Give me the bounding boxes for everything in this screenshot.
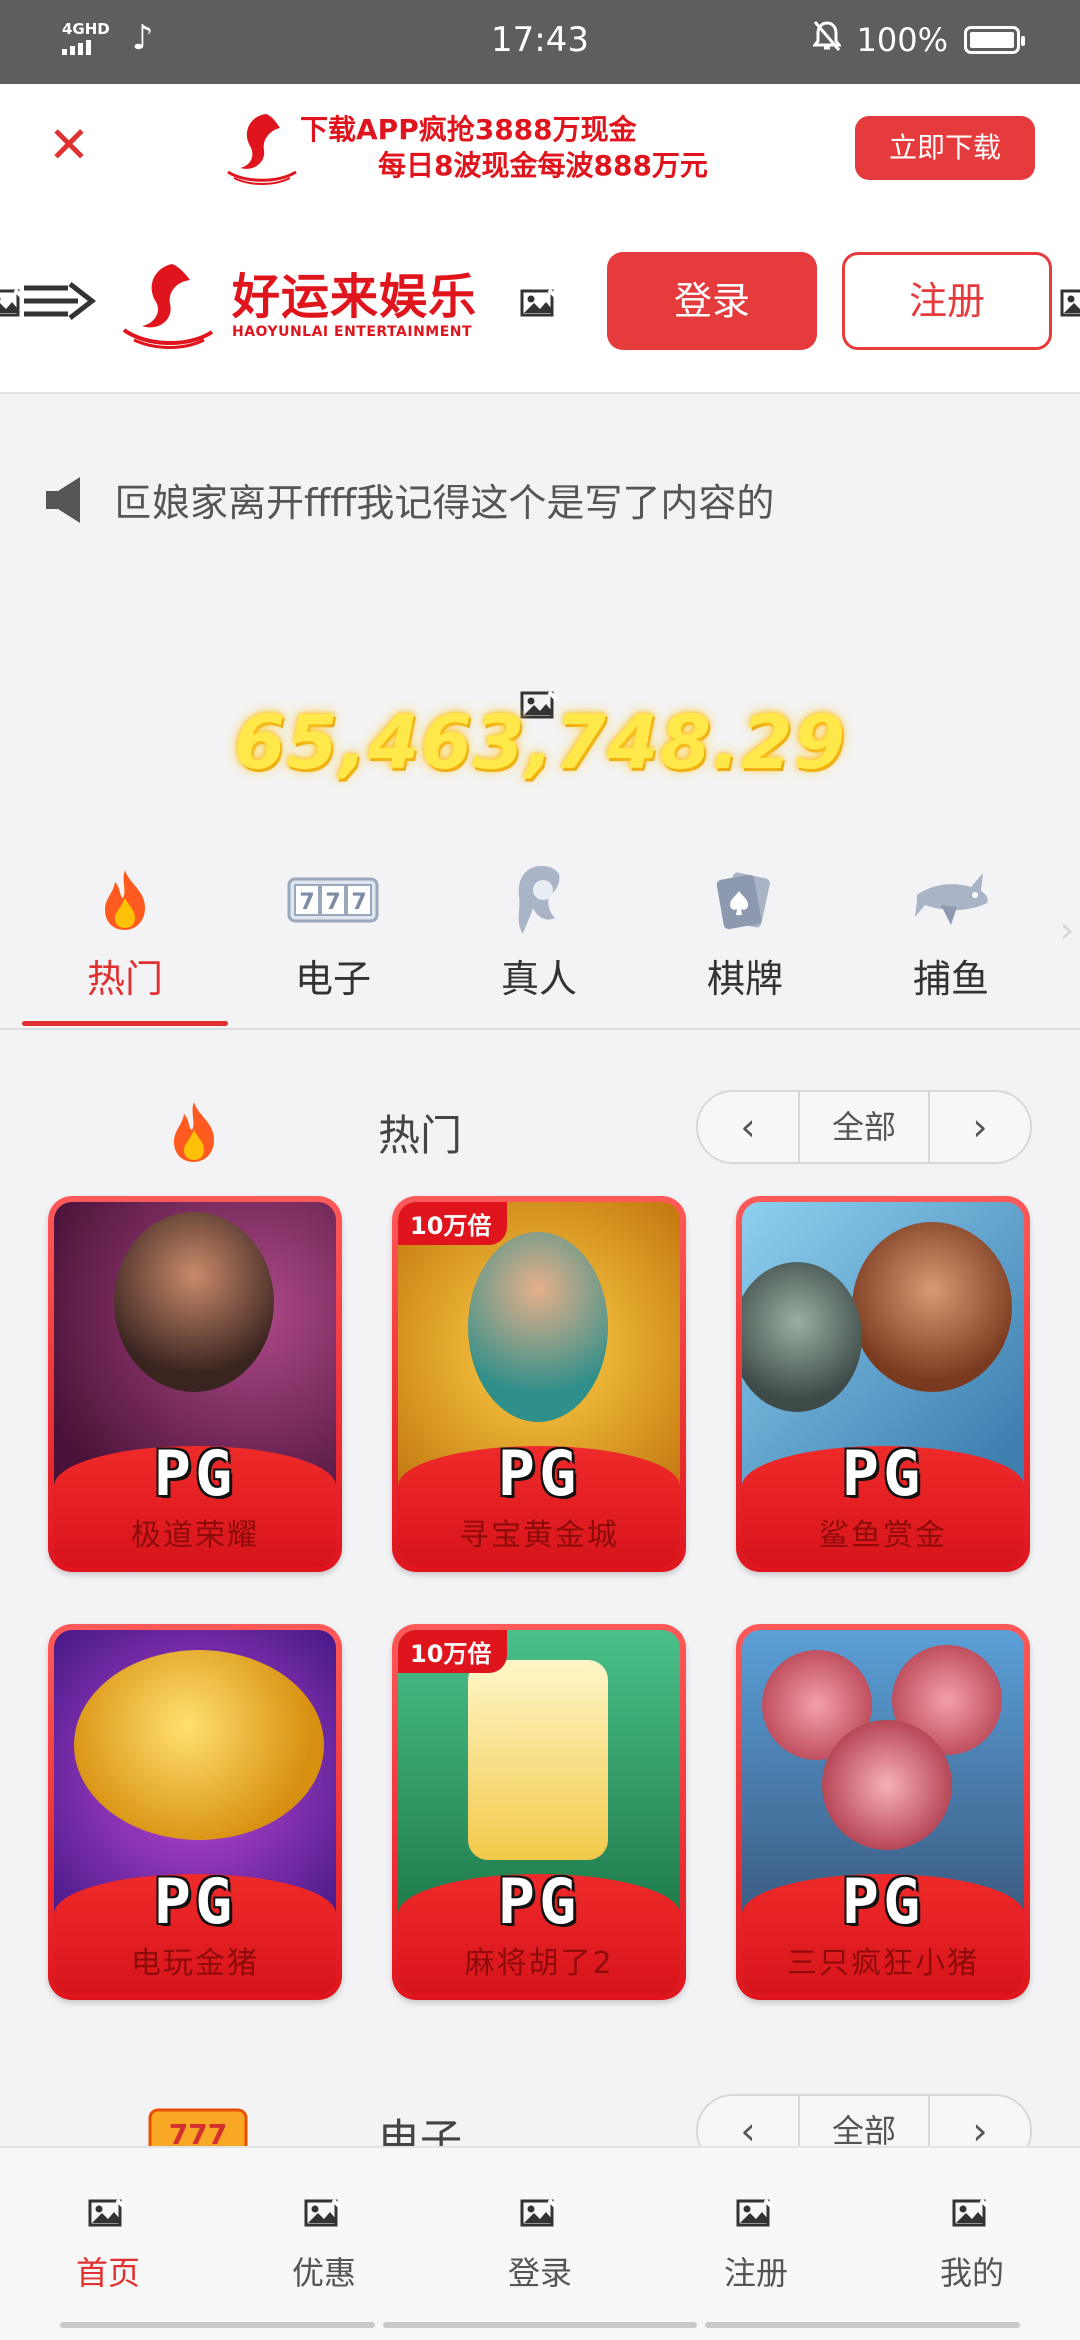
section-title: 热门 (378, 1111, 463, 1160)
speaker-icon (46, 476, 80, 523)
download-now-button[interactable]: 立即下载 (855, 116, 1035, 180)
tab-hot-label: 热门 (86, 957, 163, 1001)
nav-login-label: 登录 (507, 2254, 572, 2292)
close-icon[interactable]: ✕ (48, 120, 90, 170)
tab-live-label: 真人 (500, 957, 577, 1001)
brand-logo-icon (122, 264, 214, 349)
game-name: 寻宝黄金城 (459, 1518, 619, 1553)
silent-icon (811, 20, 842, 60)
nav-register-label: 注册 (723, 2254, 788, 2292)
image-placeholder-icon (1060, 288, 1080, 320)
site-header: 好运来娱乐 HAOYUNLAI ENTERTAINMENT 登录 注册 (0, 210, 1080, 394)
brand-name: 好运来娱乐 HAOYUNLAI ENTERTAINMENT (232, 270, 477, 340)
nav-login[interactable]: 登录 (432, 2194, 648, 2294)
game-art: PG 鲨鱼赏金 (742, 1202, 1024, 1566)
game-art: PG 三只疯狂小猪 (742, 1630, 1024, 1994)
dealer-icon (518, 866, 560, 934)
next-button[interactable]: › (930, 1092, 1030, 1162)
nav-promotions-label: 优惠 (291, 2254, 356, 2292)
tab-cards-label: 棋牌 (706, 957, 783, 1001)
image-placeholder-icon (520, 288, 560, 320)
game-card[interactable]: PG 极道荣耀 (48, 1196, 342, 1572)
nav-register[interactable]: 注册 (648, 2194, 864, 2294)
menu-arrow-icon[interactable] (22, 276, 98, 326)
home-indicator (0, 2322, 1080, 2328)
koi-logo-icon (227, 114, 297, 185)
shark-icon (915, 873, 988, 925)
multiplier-badge: 10万倍 (398, 1202, 508, 1245)
game-card[interactable]: PG 三只疯狂小猪 (736, 1624, 1030, 2000)
game-art: 10万倍 PG 麻将胡了2 (398, 1630, 680, 1994)
image-placeholder-icon (304, 2194, 344, 2234)
tab-fishing-label: 捕鱼 (912, 957, 989, 1001)
provider-logo: PG (153, 1865, 237, 1938)
svg-text:7: 7 (351, 890, 366, 915)
notice-text: 叵娘家离开ffff我记得这个是写了内容的 (114, 481, 775, 525)
game-art: PG 电玩金猪 (54, 1630, 336, 1994)
image-placeholder-icon (520, 2194, 560, 2234)
nav-home[interactable]: 首页 (0, 2194, 216, 2294)
svg-text:7: 7 (299, 890, 314, 915)
game-name: 鲨鱼赏金 (819, 1518, 947, 1553)
category-tabs: 热门 7 7 7 电子 真人 棋牌 捕鱼 › (0, 850, 1080, 1030)
game-name: 三只疯狂小猪 (787, 1946, 979, 1981)
section-pager: ‹ 全部 › (696, 1090, 1032, 1164)
notice-marquee[interactable]: 叵娘家离开ffff我记得这个是写了内容的 (44, 472, 774, 527)
image-placeholder-icon (952, 2194, 992, 2234)
nav-profile-label: 我的 (939, 2254, 1004, 2292)
nav-profile[interactable]: 我的 (864, 2194, 1080, 2294)
brand-name-cn: 好运来娱乐 (232, 269, 478, 325)
game-card[interactable]: PG 电玩金猪 (48, 1624, 342, 2000)
view-all-button[interactable]: 全部 (798, 1092, 930, 1162)
game-card[interactable]: 10万倍 PG 寻宝黄金城 (392, 1196, 686, 1572)
hot-section-header: 热门 ‹ 全部 › (0, 1090, 1080, 1170)
image-placeholder-icon (88, 2194, 128, 2234)
slot-777-icon: 7 7 7 (287, 877, 379, 923)
game-card[interactable]: 10万倍 PG 麻将胡了2 (392, 1624, 686, 2000)
chevron-right-icon[interactable]: › (1060, 910, 1074, 951)
battery-icon (964, 26, 1025, 54)
nav-home-label: 首页 (75, 2254, 140, 2292)
provider-logo: PG (153, 1437, 237, 1510)
tab-live[interactable]: 真人 (436, 850, 642, 1030)
promo-line-1: 下载APP疯抢3888万现金 (300, 113, 637, 146)
tab-slots-label: 电子 (294, 957, 371, 1001)
prev-button[interactable]: ‹ (698, 1092, 798, 1162)
multiplier-badge: 10万倍 (398, 1630, 508, 1673)
bottom-nav: 首页 优惠 登录 注册 我的 (0, 2146, 1080, 2340)
download-banner: ✕ 下载APP疯抢3888万现金 每日8波现金每波888万元 立即下载 (0, 84, 1080, 210)
brand-name-en: HAOYUNLAI ENTERTAINMENT (232, 324, 473, 340)
provider-logo: PG (841, 1865, 925, 1938)
promo-line-2: 每日8波现金每波888万元 (378, 149, 708, 182)
login-button[interactable]: 登录 (607, 252, 817, 350)
provider-logo: PG (841, 1437, 925, 1510)
battery-percent: 100% (856, 21, 948, 59)
tab-slots[interactable]: 7 7 7 电子 (230, 850, 436, 1030)
svg-text:7: 7 (325, 890, 340, 915)
game-name: 极道荣耀 (131, 1518, 259, 1553)
fire-icon (105, 870, 145, 930)
cards-icon (716, 872, 770, 930)
provider-logo: PG (497, 1865, 581, 1938)
status-bar: 4GHD ♪ 17:43 100% (0, 0, 1080, 84)
game-name: 麻将胡了2 (464, 1946, 614, 1981)
game-card[interactable]: PG 鲨鱼赏金 (736, 1196, 1030, 1572)
download-promo-text: 下载APP疯抢3888万现金 每日8波现金每波888万元 (300, 112, 708, 184)
image-placeholder-icon (736, 2194, 776, 2234)
register-button[interactable]: 注册 (842, 252, 1052, 350)
nav-promotions[interactable]: 优惠 (216, 2194, 432, 2294)
game-name: 电玩金猪 (131, 1946, 259, 1981)
tab-fishing[interactable]: 捕鱼 (848, 850, 1054, 1030)
tab-hot[interactable]: 热门 (22, 850, 228, 1030)
jackpot-amount: 65,463,748.29 (233, 700, 847, 786)
game-art: 10万倍 PG 寻宝黄金城 (398, 1202, 680, 1566)
provider-logo: PG (497, 1437, 581, 1510)
game-art: PG 极道荣耀 (54, 1202, 336, 1566)
tab-cards[interactable]: 棋牌 (642, 850, 848, 1030)
fire-icon (174, 1102, 214, 1162)
